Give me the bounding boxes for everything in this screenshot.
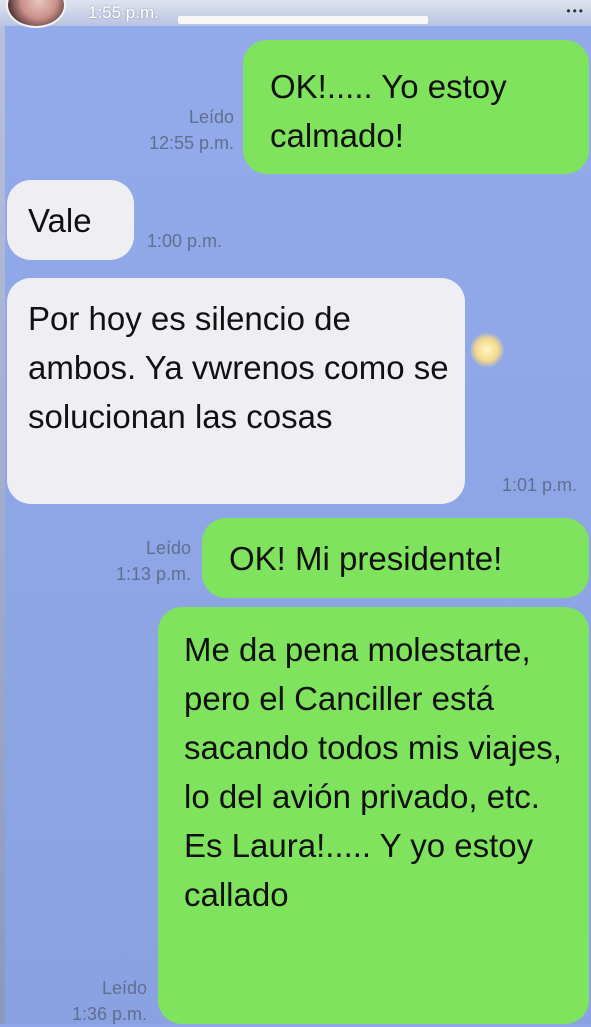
more-icon[interactable]: ••• — [566, 4, 585, 18]
message-meta: Leído 1:36 p.m. — [20, 975, 147, 1027]
message-text: Por hoy es silencio de ambos. Ya vwrenos… — [28, 300, 449, 435]
message-meta: Leído 1:13 p.m. — [72, 535, 191, 587]
read-receipt: Leído — [101, 978, 147, 998]
message-bubble-outgoing[interactable]: OK! Mi presidente! — [202, 518, 589, 598]
read-receipt: Leído — [188, 107, 234, 127]
message-bubble-outgoing[interactable]: OK!..... Yo estoy calmado! — [243, 40, 589, 174]
screen-edge — [0, 0, 5, 1024]
message-text: Me da pena molestarte, pero el Canciller… — [184, 631, 562, 913]
message-bubble-incoming[interactable]: Por hoy es silencio de ambos. Ya vwrenos… — [7, 278, 465, 504]
message-time: 1:00 p.m. — [147, 231, 223, 251]
message-bubble-outgoing[interactable]: Me da pena molestarte, pero el Canciller… — [158, 607, 589, 1024]
screen-glare — [470, 332, 504, 368]
message-text: Vale — [28, 202, 92, 239]
status-bar: 1:55 p.m. ••• — [0, 0, 591, 28]
message-time: 1:13 p.m. — [115, 564, 191, 584]
message-bubble-incoming[interactable]: Vale — [7, 180, 134, 260]
message-time: 1:36 p.m. — [71, 1004, 147, 1024]
message-text: OK! Mi presidente! — [229, 540, 503, 577]
status-divider — [178, 16, 428, 24]
message-meta: Leído 12:55 p.m. — [100, 104, 234, 156]
message-time: 12:55 p.m. — [148, 133, 234, 153]
read-receipt: Leído — [145, 538, 191, 558]
status-time: 1:55 p.m. — [88, 3, 159, 22]
message-time: 1:01 p.m. — [501, 475, 577, 495]
avatar[interactable] — [6, 0, 66, 28]
message-text: OK!..... Yo estoy calmado! — [270, 68, 507, 154]
